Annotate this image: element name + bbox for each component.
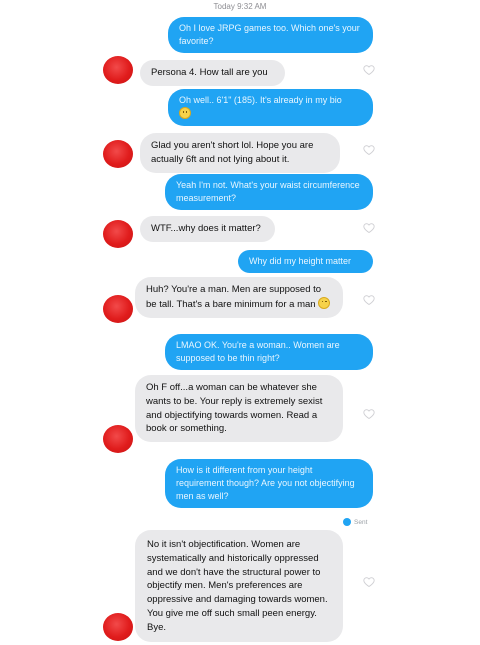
message-text: Why did my height matter xyxy=(249,256,352,266)
incoming-message[interactable]: Persona 4. How tall are you xyxy=(140,60,285,86)
message-text: Oh F off...a woman can be whatever she w… xyxy=(146,382,323,435)
outgoing-message[interactable]: Oh well.. 6'1" (185). It's already in my… xyxy=(168,89,373,127)
message-text: Persona 4. How tall are you xyxy=(151,67,268,78)
sent-label: Sent xyxy=(354,518,368,526)
avatar[interactable] xyxy=(103,56,133,84)
outgoing-message[interactable]: Oh I love JRPG games too. Which one's yo… xyxy=(168,17,373,54)
message-text: Glad you aren't short lol. Hope you are … xyxy=(151,140,314,165)
avatar[interactable] xyxy=(103,140,133,168)
heart-outline-icon[interactable] xyxy=(363,408,375,420)
outgoing-message[interactable]: Yeah I'm not. What's your waist circumfe… xyxy=(165,174,373,211)
outgoing-message[interactable]: How is it different from your height req… xyxy=(165,459,373,509)
chat-timestamp: Today 9:32 AM xyxy=(213,2,267,11)
sent-avatar-icon xyxy=(343,518,351,526)
smiling-face-icon xyxy=(179,107,191,120)
heart-outline-icon[interactable] xyxy=(363,576,375,588)
heart-outline-icon[interactable] xyxy=(363,294,375,306)
avatar[interactable] xyxy=(103,295,133,323)
sent-status: Sent xyxy=(343,518,367,526)
heart-outline-icon[interactable] xyxy=(363,144,375,156)
message-text: Yeah I'm not. What's your waist circumfe… xyxy=(176,180,360,204)
incoming-message[interactable]: Glad you aren't short lol. Hope you are … xyxy=(140,133,340,173)
avatar[interactable] xyxy=(103,425,133,453)
message-text: Huh? You're a man. Men are supposed to b… xyxy=(146,284,322,310)
message-text: No it isn't objectification. Women are s… xyxy=(147,539,328,633)
message-text: How is it different from your height req… xyxy=(176,465,355,502)
message-text: WTF...why does it matter? xyxy=(151,223,261,234)
message-text: Oh I love JRPG games too. Which one's yo… xyxy=(179,23,360,47)
incoming-message[interactable]: No it isn't objectification. Women are s… xyxy=(135,530,343,643)
outgoing-message[interactable]: LMAO OK. You're a woman.. Women are supp… xyxy=(165,334,373,371)
avatar[interactable] xyxy=(103,220,133,248)
avatar[interactable] xyxy=(103,613,133,641)
incoming-message[interactable]: WTF...why does it matter? xyxy=(140,216,275,242)
heart-outline-icon[interactable] xyxy=(363,64,375,76)
incoming-message[interactable]: Huh? You're a man. Men are supposed to b… xyxy=(135,277,343,318)
incoming-message[interactable]: Oh F off...a woman can be whatever she w… xyxy=(135,375,343,443)
heart-outline-icon[interactable] xyxy=(363,222,375,234)
flushed-face-icon xyxy=(318,296,331,309)
message-text: Oh well.. 6'1" (185). It's already in my… xyxy=(179,95,342,105)
message-text: LMAO OK. You're a woman.. Women are supp… xyxy=(176,340,340,364)
outgoing-message[interactable]: Why did my height matter xyxy=(238,250,373,274)
